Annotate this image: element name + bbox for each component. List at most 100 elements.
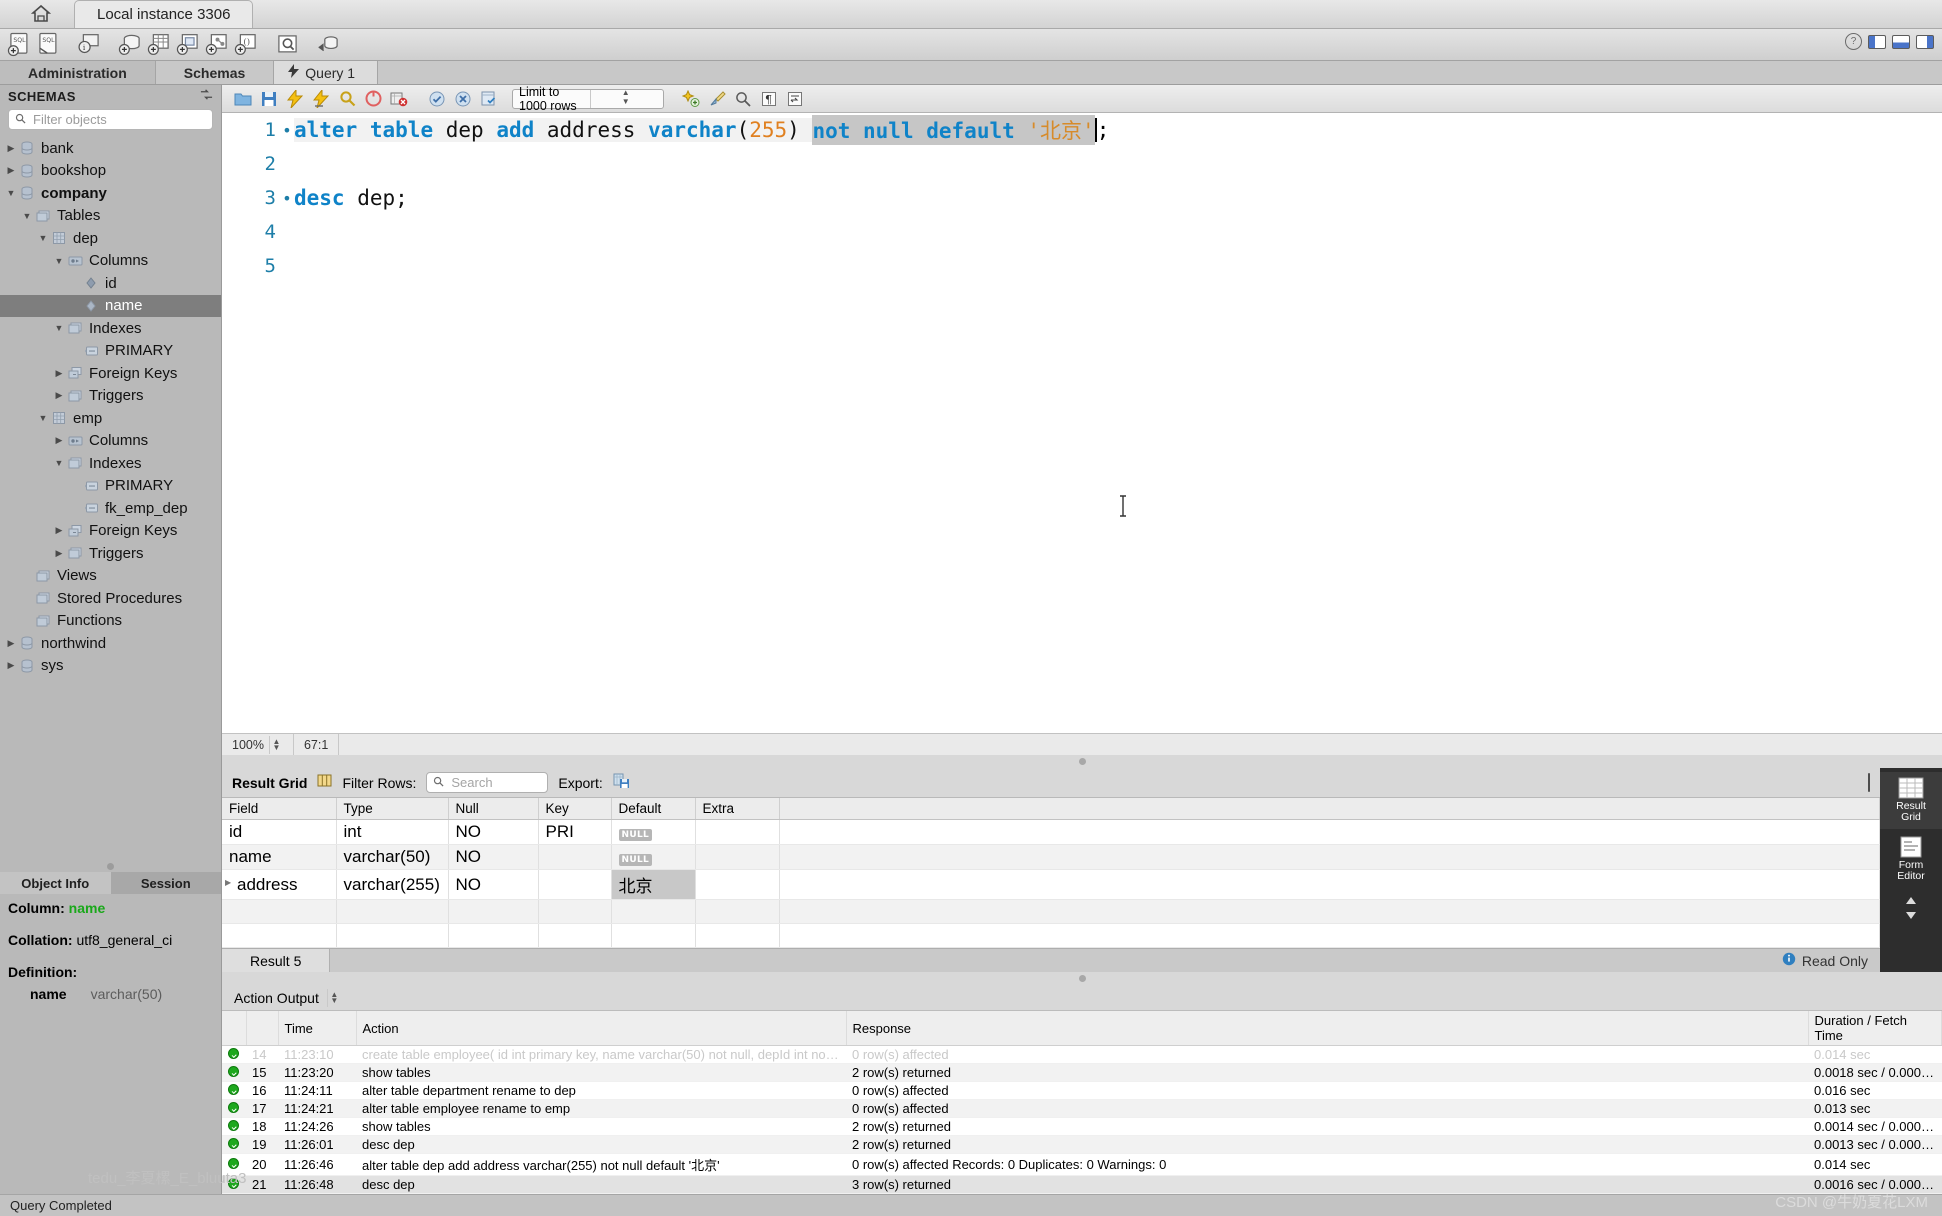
tree-item-functions[interactable]: Functions — [0, 610, 221, 633]
resize-arrows-icon[interactable] — [1880, 890, 1942, 927]
autocommit-icon[interactable] — [476, 87, 502, 111]
chevron-right-icon[interactable]: ▶ — [4, 660, 18, 671]
toggle-sidebar-icon[interactable] — [1868, 35, 1886, 49]
grid-cell-type[interactable]: int — [336, 820, 448, 845]
row-expander-icon[interactable]: ▶ — [225, 878, 231, 887]
toggle-secondary-sidebar-icon[interactable] — [1916, 35, 1934, 49]
editor-line[interactable]: 5 — [222, 249, 1942, 283]
clear-icon[interactable] — [704, 87, 730, 111]
tree-item-fk-emp-dep[interactable]: fk_emp_dep — [0, 497, 221, 520]
grid-cell-spacer[interactable] — [779, 845, 1880, 870]
filter-objects-input[interactable] — [31, 111, 206, 128]
tree-item-columns[interactable]: ▼Columns — [0, 250, 221, 273]
tree-item-company[interactable]: ▼company — [0, 182, 221, 205]
grid-row[interactable]: namevarchar(50)NO NULL — [222, 845, 1880, 870]
new-routine-icon[interactable] — [204, 32, 231, 58]
grid-icon[interactable] — [317, 773, 332, 792]
find-icon[interactable] — [730, 87, 756, 111]
grid-row[interactable]: ▶addressvarchar(255)NO 北京 — [222, 870, 1880, 900]
tree-item-foreign-keys[interactable]: ▶Foreign Keys — [0, 520, 221, 543]
action-output-splitter[interactable] — [222, 972, 1942, 985]
grid-cell-type[interactable]: varchar(50) — [336, 845, 448, 870]
grid-cell-default[interactable]: NULL — [611, 820, 695, 845]
tree-item-bookshop[interactable]: ▶bookshop — [0, 160, 221, 183]
action-output-column-header[interactable]: Response — [846, 1011, 1808, 1046]
new-sql-tab-icon[interactable]: SQL — [6, 32, 33, 58]
chevron-down-icon[interactable]: ▼ — [36, 413, 50, 423]
grid-cell-field[interactable]: ▶address — [222, 870, 336, 900]
action-output-row[interactable]: 1811:24:26show tables2 row(s) returned0.… — [222, 1118, 1942, 1136]
tree-item-views[interactable]: Views — [0, 565, 221, 588]
tree-item-indexes[interactable]: ▼Indexes — [0, 317, 221, 340]
action-output-column-header[interactable]: Time — [278, 1011, 356, 1046]
tree-item-name[interactable]: name — [0, 295, 221, 318]
editor-line[interactable]: 1•alter table dep add address varchar(25… — [222, 113, 1942, 147]
open-file-icon[interactable] — [230, 87, 256, 111]
invisible-chars-icon[interactable]: ¶ — [756, 87, 782, 111]
tab-result-5[interactable]: Result 5 — [222, 949, 330, 972]
tree-item-indexes[interactable]: ▼Indexes — [0, 452, 221, 475]
grid-cell-field[interactable]: name — [222, 845, 336, 870]
tree-item-stored-procedures[interactable]: Stored Procedures — [0, 587, 221, 610]
chevron-down-icon[interactable]: ▼ — [52, 323, 66, 333]
help-icon[interactable]: ? — [1845, 33, 1862, 50]
grid-cell-extra[interactable] — [695, 845, 779, 870]
tree-item-sys[interactable]: ▶sys — [0, 655, 221, 678]
chevron-right-icon[interactable]: ▶ — [52, 548, 66, 559]
grid-cell-null[interactable]: NO — [448, 845, 538, 870]
grid-cell-spacer[interactable] — [779, 820, 1880, 845]
sidebar-splitter[interactable] — [0, 860, 221, 872]
toggle-output-icon[interactable] — [1892, 35, 1910, 49]
tree-item-primary[interactable]: PRIMARY — [0, 475, 221, 498]
new-table-icon[interactable] — [146, 32, 173, 58]
form-editor-side-button[interactable]: FormEditor — [1880, 831, 1942, 888]
zoom-control[interactable]: 100% ▲▼ — [222, 734, 294, 755]
filter-rows-box[interactable] — [426, 772, 548, 793]
server-status-icon[interactable]: i — [76, 32, 103, 58]
result-grid-table[interactable]: FieldTypeNullKeyDefaultExtra idintNOPRIN… — [222, 798, 1880, 948]
action-output-row[interactable]: 1711:24:21alter table employee rename to… — [222, 1100, 1942, 1118]
grid-cell-key[interactable] — [538, 870, 611, 900]
result-splitter[interactable] — [222, 755, 1942, 768]
refresh-icon[interactable] — [200, 88, 213, 104]
tree-item-dep[interactable]: ▼dep — [0, 227, 221, 250]
grid-cell-extra[interactable] — [695, 820, 779, 845]
toggle-stop-on-error-icon[interactable] — [386, 87, 412, 111]
grid-cell-null[interactable]: NO — [448, 870, 538, 900]
editor-line[interactable]: 4 — [222, 215, 1942, 249]
sql-editor[interactable]: 1•alter table dep add address varchar(25… — [222, 113, 1942, 733]
grid-cell-type[interactable]: varchar(255) — [336, 870, 448, 900]
action-output-table[interactable]: TimeActionResponseDuration / Fetch Time … — [222, 1011, 1942, 1194]
result-grid-side-button[interactable]: ResultGrid — [1880, 772, 1942, 829]
connection-tab[interactable]: Local instance 3306 — [74, 0, 253, 28]
tab-session[interactable]: Session — [111, 872, 222, 894]
home-icon[interactable] — [14, 0, 68, 28]
chevron-right-icon[interactable]: ▶ — [4, 165, 18, 176]
chevron-updown-icon[interactable]: ▲▼ — [327, 989, 341, 1007]
grid-empty-row[interactable] — [222, 924, 1880, 948]
maximize-panel-icon[interactable] — [1868, 774, 1870, 791]
action-output-column-header[interactable] — [222, 1011, 246, 1046]
action-output-column-header[interactable]: Duration / Fetch Time — [1808, 1011, 1942, 1046]
grid-cell-key[interactable] — [538, 845, 611, 870]
grid-cell-default[interactable]: 北京 — [611, 870, 695, 900]
rollback-icon[interactable] — [450, 87, 476, 111]
grid-column-header[interactable]: Default — [611, 798, 695, 820]
commit-icon[interactable] — [424, 87, 450, 111]
wrap-lines-icon[interactable] — [782, 87, 808, 111]
chevron-right-icon[interactable]: ▶ — [52, 525, 66, 536]
export-icon[interactable] — [613, 773, 630, 793]
grid-column-header[interactable]: Extra — [695, 798, 779, 820]
grid-column-header[interactable] — [779, 798, 1880, 820]
filter-objects-box[interactable] — [8, 109, 213, 130]
grid-cell-default[interactable]: NULL — [611, 845, 695, 870]
grid-cell-spacer[interactable] — [779, 870, 1880, 900]
tab-query-1[interactable]: Query 1 — [274, 61, 378, 84]
tree-item-northwind[interactable]: ▶northwind — [0, 632, 221, 655]
tree-item-triggers[interactable]: ▶Triggers — [0, 385, 221, 408]
editor-line[interactable]: 2 — [222, 147, 1942, 181]
grid-column-header[interactable]: Type — [336, 798, 448, 820]
tree-item-triggers[interactable]: ▶Triggers — [0, 542, 221, 565]
tree-item-id[interactable]: id — [0, 272, 221, 295]
grid-column-header[interactable]: Field — [222, 798, 336, 820]
